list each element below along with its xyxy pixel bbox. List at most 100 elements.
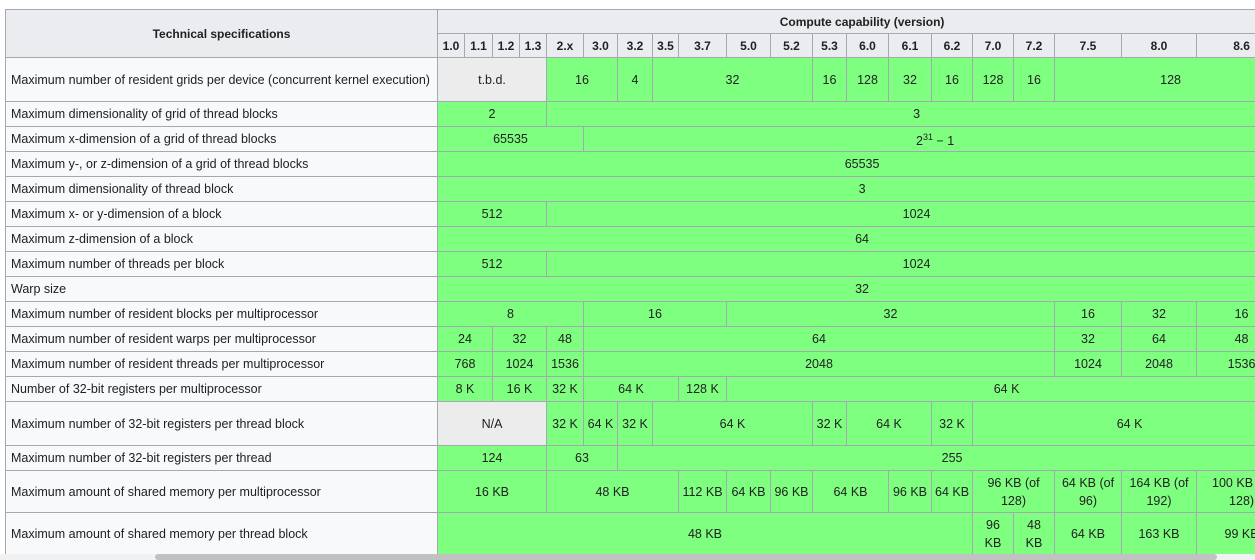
spec-label: Maximum number of 32-bit registers per t… (5, 445, 438, 471)
spec-value: 48 KB (437, 512, 973, 555)
spec-row: Maximum dimensionality of thread block 3 (5, 176, 1255, 202)
spec-value: 255 (616, 445, 1255, 471)
spec-value: 96 KB (972, 512, 1014, 555)
spec-value: 96 KB (888, 470, 932, 513)
spec-value: 32 K (931, 401, 973, 446)
spec-value: 32 (1054, 326, 1122, 352)
spec-value: N/A (437, 401, 547, 446)
spec-row: Maximum amount of shared memory per mult… (5, 470, 1255, 513)
spec-value: 512 (437, 251, 547, 277)
version-header: 6.2 (931, 33, 973, 58)
spec-value: 128 (972, 57, 1014, 102)
spec-value: 16 KB (437, 470, 547, 513)
spec-label: Maximum number of resident threads per m… (5, 351, 438, 377)
spec-row: Maximum number of 32-bit registers per t… (5, 445, 1255, 471)
spec-value: 32 K (617, 401, 653, 446)
spec-row: Maximum number of 32-bit registers per t… (5, 401, 1255, 446)
horizontal-scrollbar-thumb[interactable] (155, 554, 1217, 560)
version-header: 1.3 (519, 33, 547, 58)
compute-capability-header: Compute capability (version) (436, 9, 1255, 34)
version-header: 6.1 (888, 33, 932, 58)
version-header: 1.1 (464, 33, 493, 58)
version-header: 7.5 (1054, 33, 1122, 58)
spec-value: 63 (546, 445, 618, 471)
spec-label: Maximum y-, or z-dimension of a grid of … (5, 151, 438, 177)
spec-table-container: Technical specifications Compute capabil… (5, 9, 1255, 555)
spec-value: 32 (652, 57, 813, 102)
spec-value: 64 (436, 226, 1255, 252)
spec-value: 48 KB (1013, 512, 1055, 555)
spec-value: 64 K (846, 401, 932, 446)
spec-label: Maximum z-dimension of a block (5, 226, 438, 252)
spec-value: 16 (1195, 301, 1255, 327)
spec-value: 64 K (583, 401, 618, 446)
spec-row: Maximum number of resident threads per m… (5, 351, 1255, 377)
spec-value: 231 − 1 (582, 126, 1255, 152)
spec-label: Warp size (5, 276, 438, 302)
spec-value: 32 (888, 57, 932, 102)
spec-value: 64 K (583, 376, 679, 402)
spec-value: 16 K (492, 376, 547, 402)
spec-value: 1536 (546, 351, 584, 377)
spec-value: 1024 (545, 251, 1255, 277)
spec-value: 4 (617, 57, 653, 102)
spec-value: 64 KB (931, 470, 973, 513)
spec-value: 64 KB (1054, 512, 1122, 555)
spec-value: 99 KB (1195, 512, 1255, 555)
spec-value: 3 (545, 101, 1255, 127)
spec-value: 32 (1121, 301, 1197, 327)
spec-value: 163 KB (1121, 512, 1197, 555)
spec-label: Maximum dimensionality of grid of thread… (5, 101, 438, 127)
version-header: 3.7 (678, 33, 727, 58)
version-header: 8.0 (1121, 33, 1197, 58)
spec-label: Maximum number of 32-bit registers per t… (5, 401, 438, 446)
spec-label: Maximum number of threads per block (5, 251, 438, 277)
spec-row: Maximum z-dimension of a block 64 (5, 226, 1255, 252)
spec-value: 8 K (437, 376, 493, 402)
spec-value: 124 (437, 445, 547, 471)
spec-value: 64 KB (of 96) (1054, 470, 1122, 513)
spec-value: 64 KB (812, 470, 889, 513)
spec-value: 48 (1195, 326, 1255, 352)
spec-value: 48 KB (546, 470, 679, 513)
spec-value: 24 (437, 326, 493, 352)
spec-value: 16 (546, 57, 618, 102)
spec-row: Warp size 32 (5, 276, 1255, 302)
version-header: 8.6 (1195, 33, 1255, 58)
spec-value: 768 (437, 351, 493, 377)
spec-value: 65535 (437, 126, 584, 152)
spec-value: 128 K (678, 376, 727, 402)
spec-value: 512 (437, 201, 547, 227)
spec-value: 100 KB (of 128) (1195, 470, 1255, 513)
version-header: 5.0 (726, 33, 771, 58)
spec-label: Maximum dimensionality of thread block (5, 176, 438, 202)
spec-value: 48 (546, 326, 584, 352)
spec-row: Maximum y-, or z-dimension of a grid of … (5, 151, 1255, 177)
compute-capability-table: Technical specifications Compute capabil… (5, 9, 1255, 555)
spec-label: Maximum number of resident grids per dev… (5, 57, 438, 102)
spec-value: 96 KB (of 128) (972, 470, 1055, 513)
spec-value: 1536 (1195, 351, 1255, 377)
spec-row: Maximum x- or y-dimension of a block 512 1… (5, 201, 1255, 227)
spec-value: 16 (931, 57, 973, 102)
spec-value: 112 KB (678, 470, 727, 513)
spec-value: 2048 (583, 351, 1055, 377)
spec-value: 1024 (492, 351, 547, 377)
spec-label: Number of 32-bit registers per multiproc… (5, 376, 438, 402)
spec-value: 1024 (545, 201, 1255, 227)
spec-row: Maximum number of resident warps per mul… (5, 326, 1255, 352)
spec-label: Maximum x- or y-dimension of a block (5, 201, 438, 227)
spec-row: Maximum amount of shared memory per thre… (5, 512, 1255, 555)
spec-value: 8 (437, 301, 584, 327)
spec-value: 128 (1053, 57, 1255, 102)
spec-value: 65535 (436, 151, 1255, 177)
spec-label: Maximum amount of shared memory per thre… (5, 512, 438, 555)
version-header: 6.0 (846, 33, 889, 58)
spec-value: 32 K (546, 401, 584, 446)
spec-value: 128 (846, 57, 889, 102)
spec-label: Maximum x-dimension of a grid of thread … (5, 126, 438, 152)
spec-value: 64 (583, 326, 1055, 352)
spec-value: 64 K (652, 401, 813, 446)
version-header: 1.2 (492, 33, 520, 58)
spec-label: Maximum amount of shared memory per mult… (5, 470, 438, 513)
